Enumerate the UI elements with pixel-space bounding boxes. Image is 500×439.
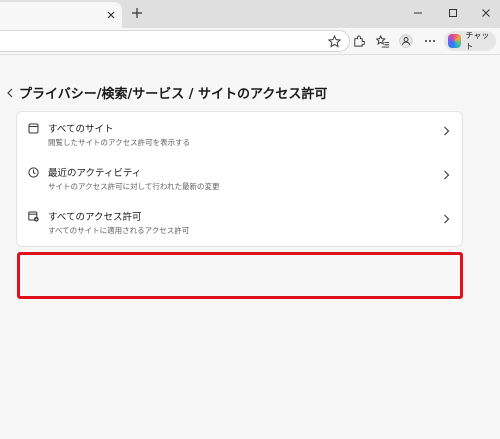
favorites-list-icon[interactable] xyxy=(374,32,392,50)
page-title: プライバシー/検索/サービス / サイトのアクセス許可 xyxy=(19,87,328,102)
extensions-icon[interactable] xyxy=(349,32,367,50)
more-icon[interactable] xyxy=(421,32,439,50)
list-item-subtitle: サイトのアクセス許可に対して行われた最新の変更 xyxy=(48,182,220,191)
site-page-icon xyxy=(27,122,39,134)
browser-toolbar: チャット xyxy=(0,28,500,55)
plus-icon[interactable] xyxy=(128,4,146,22)
list-item-subtitle: 閲覧したサイトのアクセス許可を表示する xyxy=(48,138,191,147)
favorite-star-icon[interactable] xyxy=(325,32,343,50)
close-icon[interactable] xyxy=(476,4,496,22)
minimize-icon[interactable] xyxy=(408,4,428,22)
copilot-chat-button[interactable]: チャット xyxy=(444,31,496,51)
close-icon[interactable] xyxy=(103,7,119,23)
profile-icon[interactable] xyxy=(397,32,415,50)
list-item-title: すべてのアクセス許可 xyxy=(48,212,142,223)
chevron-right-icon xyxy=(440,169,452,181)
permissions-card: すべてのサイト 閲覧したサイトのアクセス許可を表示する 最近のアクティビティ サ… xyxy=(16,111,463,247)
permissions-icon xyxy=(27,210,39,222)
chevron-left-icon[interactable] xyxy=(3,86,17,100)
copilot-label: チャット xyxy=(465,31,490,51)
copilot-icon xyxy=(448,34,462,48)
page-heading: プライバシー/検索/サービス / サイトのアクセス許可 xyxy=(3,83,327,102)
list-item-title: すべてのサイト xyxy=(48,124,114,135)
chevron-right-icon xyxy=(440,213,452,225)
browser-tab[interactable] xyxy=(0,2,122,28)
settings-content: プライバシー/検索/サービス / サイトのアクセス許可 すべてのサイト 閲覧した… xyxy=(0,55,500,439)
list-item-all-sites[interactable]: すべてのサイト 閲覧したサイトのアクセス許可を表示する xyxy=(17,115,464,159)
maximize-icon[interactable] xyxy=(443,4,463,22)
address-bar[interactable] xyxy=(0,30,350,52)
highlight-box xyxy=(17,252,463,299)
list-item-title: 最近のアクティビティ xyxy=(48,168,142,179)
clock-icon xyxy=(27,166,39,178)
list-item-subtitle: すべてのサイトに適用されるアクセス許可 xyxy=(48,226,190,235)
list-item-recent-activity[interactable]: 最近のアクティビティ サイトのアクセス許可に対して行われた最新の変更 xyxy=(17,159,464,203)
chevron-right-icon xyxy=(440,125,452,137)
list-item-all-permissions[interactable]: すべてのアクセス許可 すべてのサイトに適用されるアクセス許可 xyxy=(17,203,464,247)
tab-strip xyxy=(0,0,500,28)
